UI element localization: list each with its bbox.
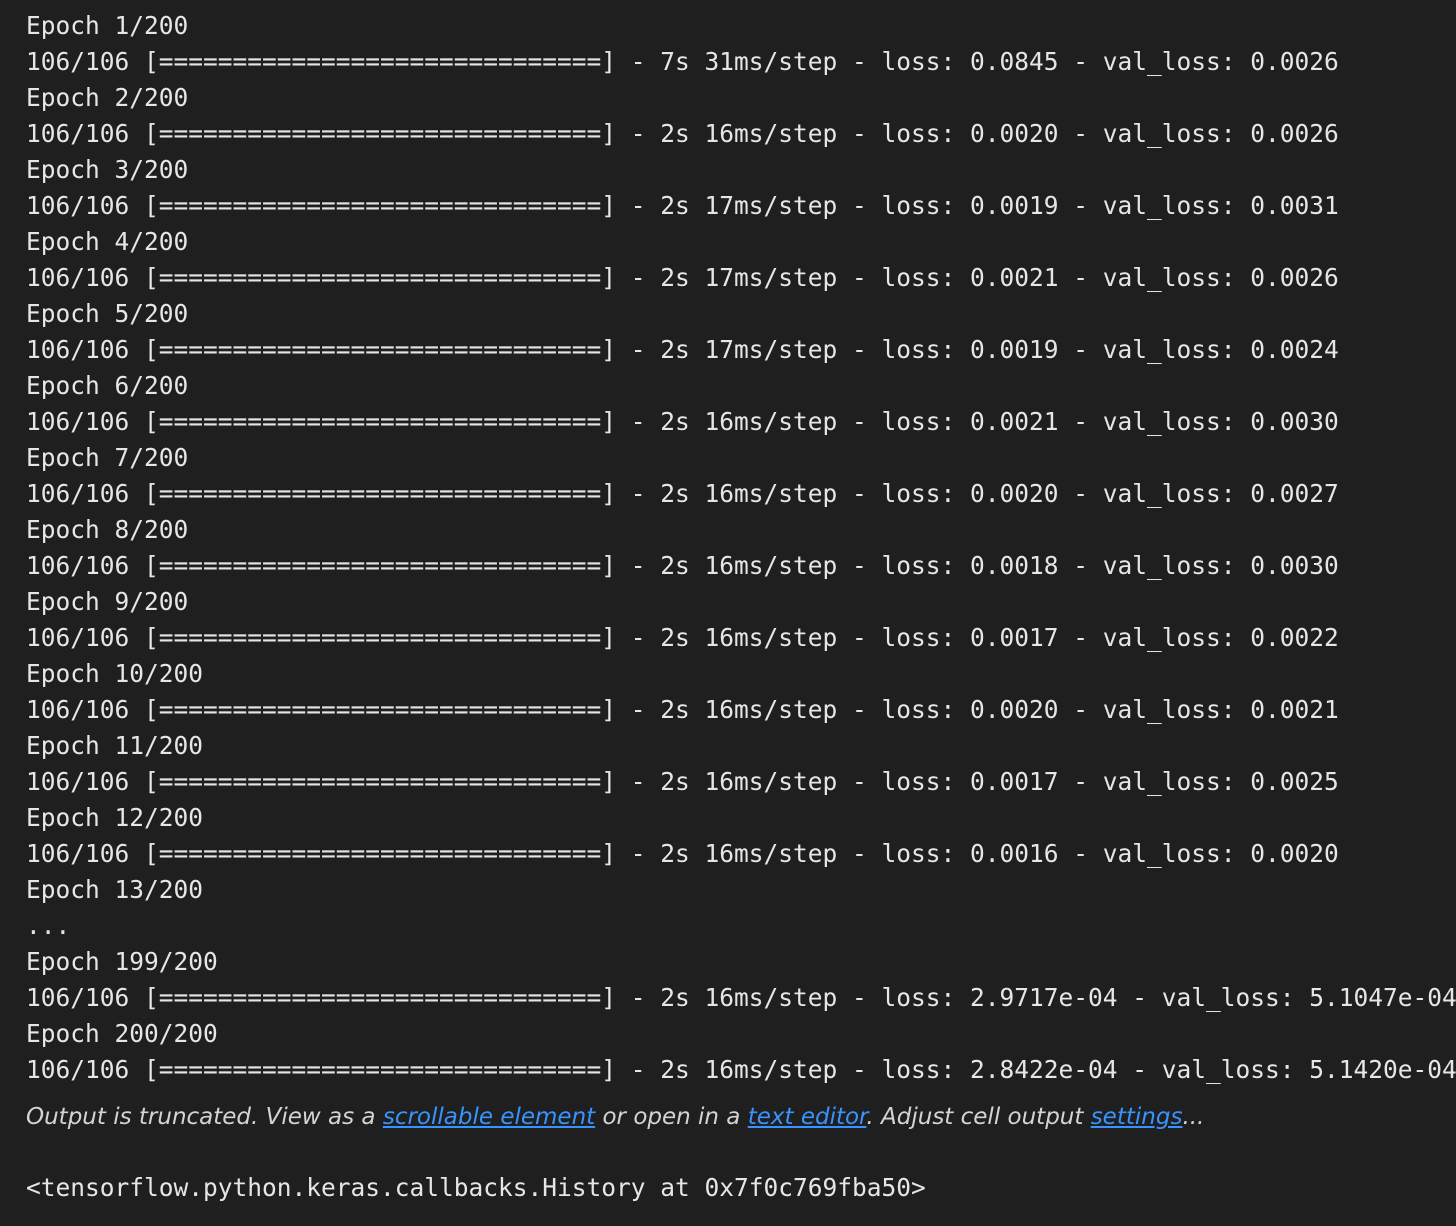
text-editor-link[interactable]: text editor bbox=[748, 1104, 867, 1130]
truncation-text: ... bbox=[1182, 1104, 1205, 1130]
output-line: 106/106 [==============================]… bbox=[26, 191, 1339, 220]
output-line: 106/106 [==============================]… bbox=[26, 623, 1339, 652]
output-line: Epoch 1/200 bbox=[26, 11, 189, 40]
output-line: 106/106 [==============================]… bbox=[26, 479, 1339, 508]
scrollable-element-link[interactable]: scrollable element bbox=[383, 1104, 595, 1130]
truncation-text: . Adjust cell output bbox=[866, 1104, 1091, 1130]
output-line: Epoch 11/200 bbox=[26, 731, 204, 760]
output-line: Epoch 9/200 bbox=[26, 587, 189, 616]
truncation-text: or open in a bbox=[595, 1104, 748, 1130]
cell-output-panel: Epoch 1/200 106/106 [===================… bbox=[0, 0, 1456, 1226]
output-line: Epoch 2/200 bbox=[26, 83, 189, 112]
output-line: 106/106 [==============================]… bbox=[26, 1055, 1456, 1084]
output-line: Epoch 4/200 bbox=[26, 227, 189, 256]
output-line: 106/106 [==============================]… bbox=[26, 47, 1339, 76]
output-line: Epoch 12/200 bbox=[26, 803, 204, 832]
output-line: 106/106 [==============================]… bbox=[26, 983, 1456, 1012]
truncation-notice: Output is truncated. View as a scrollabl… bbox=[26, 1100, 1456, 1134]
output-line: 106/106 [==============================]… bbox=[26, 263, 1339, 292]
output-line: Epoch 7/200 bbox=[26, 443, 189, 472]
output-line: 106/106 [==============================]… bbox=[26, 335, 1339, 364]
output-line: Epoch 3/200 bbox=[26, 155, 189, 184]
output-line: Epoch 13/200 bbox=[26, 875, 204, 904]
output-line: Epoch 200/200 bbox=[26, 1019, 218, 1048]
output-line: Epoch 199/200 bbox=[26, 947, 218, 976]
output-line: Epoch 8/200 bbox=[26, 515, 189, 544]
result-repr: <tensorflow.python.keras.callbacks.Histo… bbox=[26, 1173, 926, 1202]
output-line: 106/106 [==============================]… bbox=[26, 551, 1339, 580]
output-line: Epoch 10/200 bbox=[26, 659, 204, 688]
output-line: 106/106 [==============================]… bbox=[26, 407, 1339, 436]
truncation-text: Output is truncated. View as a bbox=[26, 1104, 383, 1130]
output-line: 106/106 [==============================]… bbox=[26, 767, 1339, 796]
settings-link[interactable]: settings bbox=[1091, 1104, 1183, 1130]
output-line: ... bbox=[26, 911, 71, 940]
output-line: Epoch 6/200 bbox=[26, 371, 189, 400]
output-line: 106/106 [==============================]… bbox=[26, 695, 1339, 724]
output-line: 106/106 [==============================]… bbox=[26, 839, 1339, 868]
output-line: 106/106 [==============================]… bbox=[26, 119, 1339, 148]
output-line: Epoch 5/200 bbox=[26, 299, 189, 328]
